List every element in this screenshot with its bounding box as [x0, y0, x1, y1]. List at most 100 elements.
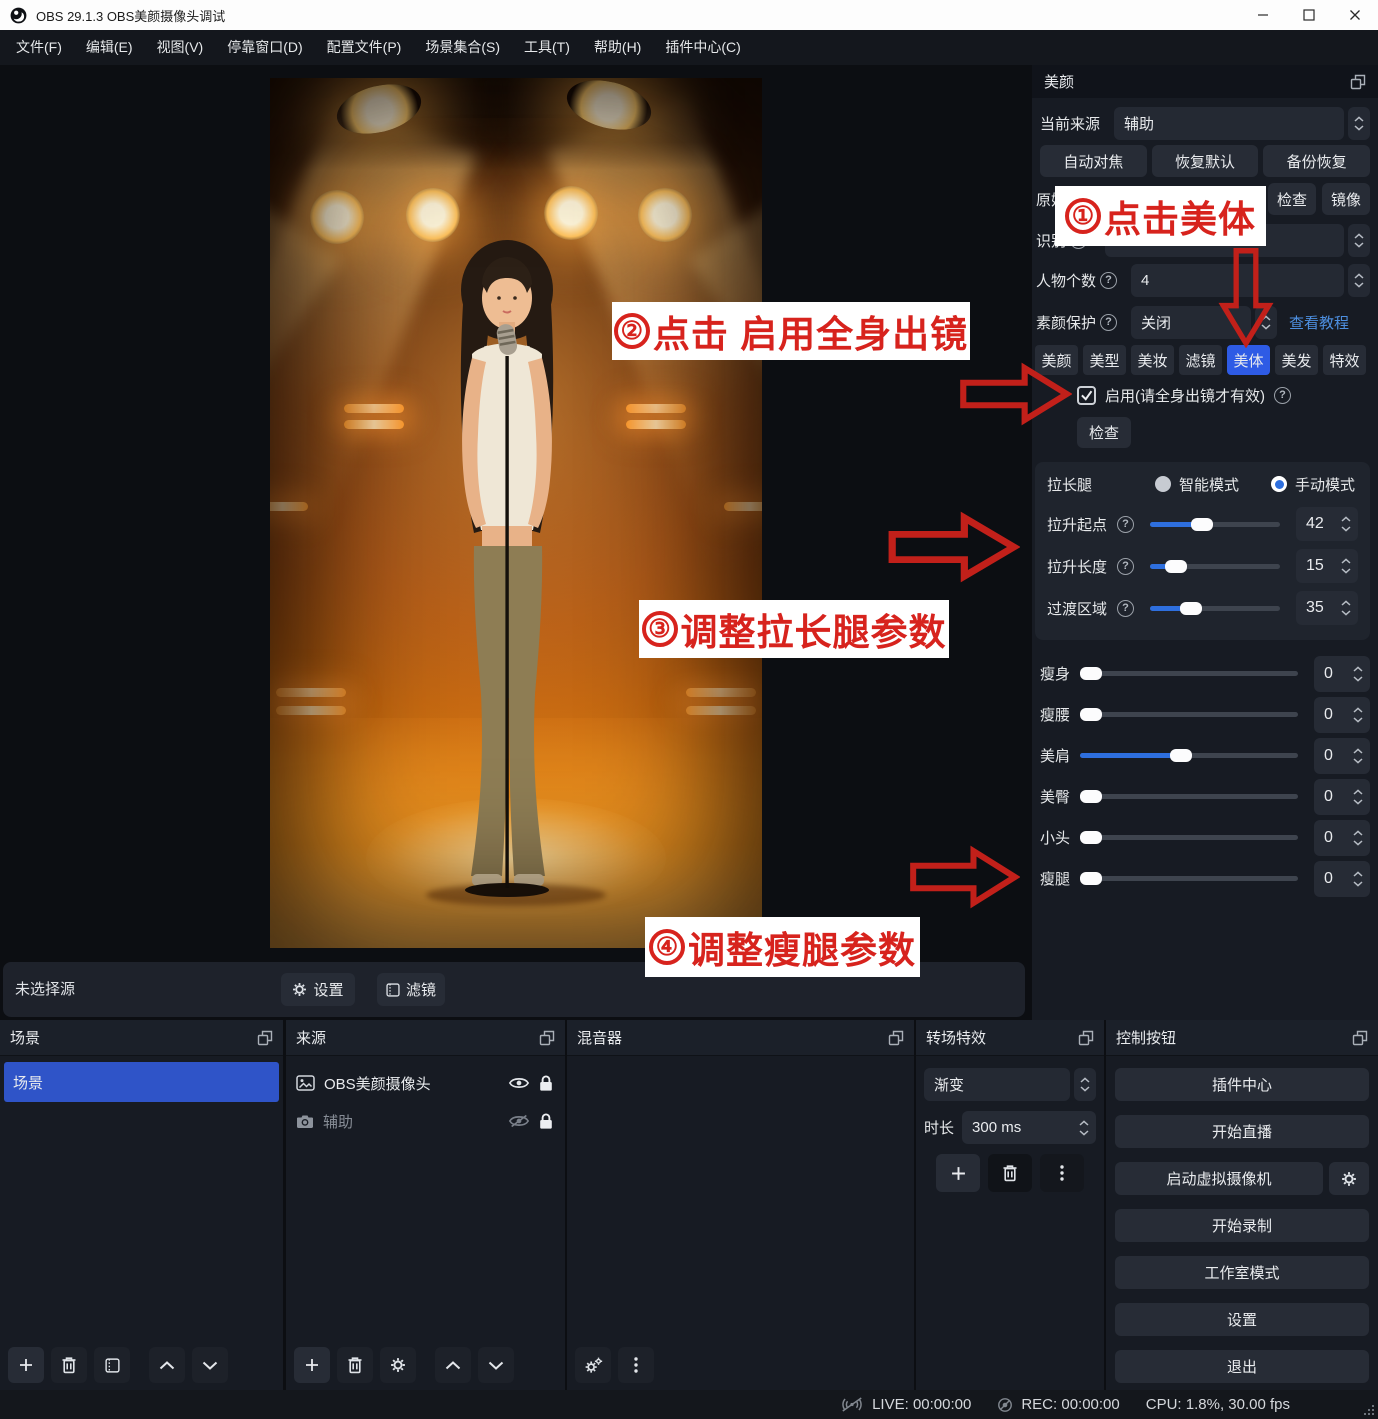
restore-default-button[interactable]: 恢复默认 [1151, 145, 1259, 177]
visibility-eye-slash-icon[interactable] [508, 1114, 530, 1128]
popout-dock-icon[interactable] [257, 1030, 273, 1046]
scene-list-item[interactable]: 场景 [4, 1062, 279, 1102]
minimize-button[interactable] [1240, 0, 1286, 30]
tab-meiti[interactable]: 美体 [1227, 345, 1270, 375]
source-filters-button[interactable]: 滤镜 [377, 973, 445, 1006]
autofocus-button[interactable]: 自动对焦 [1040, 145, 1147, 177]
enable-fullbody-checkbox[interactable] [1077, 385, 1096, 405]
small-head-numbox[interactable]: 0 [1314, 819, 1370, 856]
start-streaming-label: 开始直播 [1211, 1124, 1272, 1141]
transition-zone-numbox[interactable]: 35 [1296, 591, 1358, 625]
slim-body-numbox[interactable]: 0 [1314, 655, 1370, 692]
source-list-item[interactable]: OBS美颜摄像头 [286, 1064, 565, 1102]
backup-restore-button[interactable]: 备份恢复 [1263, 145, 1371, 177]
beauty-shoulder-numbox[interactable]: 0 [1314, 737, 1370, 774]
start-recording-button[interactable]: 开始录制 [1115, 1209, 1369, 1242]
popout-dock-icon[interactable] [1078, 1030, 1094, 1046]
leg-stretch-panel: 拉长腿 智能模式 手动模式 拉升起点 ? 42 拉升长度 ? 15 过渡区域 ?… [1035, 462, 1370, 640]
transition-type-combo[interactable]: 渐变 [924, 1068, 1070, 1101]
slim-body-slider[interactable] [1080, 664, 1298, 684]
recognize-spinner[interactable] [1348, 223, 1370, 257]
popout-dock-icon[interactable] [1350, 74, 1366, 90]
tab-meizhuang[interactable]: 美妆 [1131, 345, 1174, 375]
popout-dock-icon[interactable] [888, 1030, 904, 1046]
source-properties-button[interactable] [380, 1347, 416, 1383]
current-source-combo[interactable]: 辅助 [1114, 107, 1344, 140]
person-count-spinner[interactable] [1348, 263, 1370, 297]
enable-fullbody-label: 启用(请全身出镜才有效) [1105, 387, 1265, 405]
scenes-title: 场景 [10, 1030, 41, 1047]
smart-mode-radio[interactable]: 智能模式 [1155, 474, 1239, 495]
menu-help[interactable]: 帮助(H) [582, 30, 653, 65]
lift-length-numbox[interactable]: 15 [1296, 549, 1358, 583]
menu-docks[interactable]: 停靠窗口(D) [215, 30, 314, 65]
lock-icon[interactable] [539, 1075, 553, 1092]
exit-button[interactable]: 退出 [1115, 1350, 1369, 1383]
source-list-item[interactable]: 辅助 [286, 1102, 565, 1140]
lock-icon[interactable] [539, 1113, 553, 1130]
popout-dock-icon[interactable] [539, 1030, 555, 1046]
original-mirror-button[interactable]: 镜像 [1322, 183, 1370, 215]
add-source-button[interactable] [294, 1347, 330, 1383]
settings-button[interactable]: 设置 [1115, 1303, 1369, 1336]
slim-waist-numbox[interactable]: 0 [1314, 696, 1370, 733]
menu-plugin-center[interactable]: 插件中心(C) [653, 30, 752, 65]
tab-lvjing[interactable]: 滤镜 [1179, 345, 1222, 375]
remove-transition-button[interactable] [988, 1154, 1032, 1192]
studio-mode-button[interactable]: 工作室模式 [1115, 1256, 1369, 1289]
tab-meifa[interactable]: 美发 [1275, 345, 1318, 375]
lift-start-numbox[interactable]: 42 [1296, 507, 1358, 541]
annotation-arrow-right-slimleg [910, 845, 1020, 909]
tutorial-link[interactable]: 查看教程 [1289, 312, 1349, 333]
start-streaming-button[interactable]: 开始直播 [1115, 1115, 1369, 1148]
source-settings-button[interactable]: 设置 [281, 973, 355, 1006]
virtual-camera-settings-button[interactable] [1329, 1162, 1369, 1195]
tab-texiao[interactable]: 特效 [1323, 345, 1366, 375]
lift-length-slider[interactable] [1150, 556, 1280, 576]
scene-filters-button[interactable] [94, 1347, 130, 1383]
scene-down-button[interactable] [192, 1347, 228, 1383]
beauty-hip-numbox[interactable]: 0 [1314, 778, 1370, 815]
transition-zone-slider[interactable] [1150, 598, 1280, 618]
beauty-shoulder-slider[interactable] [1080, 746, 1298, 766]
body-check-button[interactable]: 检查 [1077, 417, 1131, 448]
close-button[interactable] [1332, 0, 1378, 30]
beauty-hip-slider[interactable] [1080, 787, 1298, 807]
popout-dock-icon[interactable] [1352, 1030, 1368, 1046]
slim-leg-slider[interactable] [1080, 869, 1298, 889]
mixer-menu-button[interactable] [618, 1347, 654, 1383]
menu-tools[interactable]: 工具(T) [512, 30, 582, 65]
resize-grip[interactable] [1363, 1404, 1375, 1416]
transition-menu-button[interactable] [1040, 1154, 1084, 1192]
current-source-spinner[interactable] [1348, 107, 1370, 140]
menu-file[interactable]: 文件(F) [4, 30, 74, 65]
scenes-dock: 场景 场景 [0, 1020, 283, 1390]
source-down-button[interactable] [478, 1347, 514, 1383]
lift-start-slider[interactable] [1150, 514, 1280, 534]
audio-settings-button[interactable] [575, 1347, 611, 1383]
remove-source-button[interactable] [337, 1347, 373, 1383]
small-head-slider[interactable] [1080, 828, 1298, 848]
plugin-center-button[interactable]: 插件中心 [1115, 1068, 1369, 1101]
add-scene-button[interactable] [8, 1347, 44, 1383]
slim-leg-numbox[interactable]: 0 [1314, 860, 1370, 897]
source-up-button[interactable] [435, 1347, 471, 1383]
remove-scene-button[interactable] [51, 1347, 87, 1383]
transition-type-spinner[interactable] [1074, 1068, 1096, 1101]
menu-scene-collection[interactable]: 场景集合(S) [413, 30, 512, 65]
add-transition-button[interactable] [936, 1154, 980, 1192]
duration-spinbox[interactable]: 300 ms [962, 1111, 1096, 1144]
maximize-button[interactable] [1286, 0, 1332, 30]
original-check-button[interactable]: 检查 [1268, 183, 1316, 215]
menu-edit[interactable]: 编辑(E) [74, 30, 145, 65]
slim-waist-slider[interactable] [1080, 705, 1298, 725]
visibility-eye-icon[interactable] [508, 1076, 530, 1090]
menu-profile[interactable]: 配置文件(P) [315, 30, 414, 65]
manual-mode-radio[interactable]: 手动模式 [1271, 474, 1355, 495]
scene-up-button[interactable] [149, 1347, 185, 1383]
preview-image [270, 78, 762, 948]
tab-meixing[interactable]: 美型 [1083, 345, 1126, 375]
start-virtual-camera-button[interactable]: 启动虚拟摄像机 [1115, 1162, 1323, 1195]
menu-view[interactable]: 视图(V) [145, 30, 216, 65]
backup-restore-label: 备份恢复 [1286, 153, 1347, 171]
